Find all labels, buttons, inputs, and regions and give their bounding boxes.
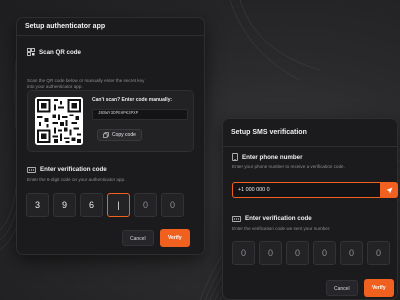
manual-entry-label: Can't scan? Enter code manually: (92, 97, 173, 103)
sms-otp-inputs: 0 0 0 0 0 0 (232, 241, 390, 265)
verify-code-section-header: Enter verification code (27, 166, 107, 173)
sms-otp-digit-5[interactable]: 0 (340, 241, 363, 265)
copy-code-label: Copy code (112, 132, 136, 138)
secret-key-field[interactable]: JBSWY3DPEHPK3PXP (92, 109, 188, 120)
phone-description: Enter your phone number to receive a ver… (232, 164, 345, 169)
sms-verify-button[interactable]: Verify (364, 279, 394, 297)
otp-digit-3[interactable]: 6 (80, 193, 103, 217)
sms-cancel-button[interactable]: Cancel (326, 280, 358, 296)
scan-qr-section-header: Scan QR code (27, 48, 81, 56)
phone-section-header: Enter phone number (232, 153, 303, 161)
scan-qr-title: Scan QR code (39, 48, 81, 56)
phone-input-row: +1 000 000 0 (232, 182, 398, 198)
otp-digit-6[interactable]: 0 (161, 193, 184, 217)
sms-otp-digit-4[interactable]: 0 (313, 241, 336, 265)
dialog-title: Setup authenticator app (17, 18, 204, 36)
otp-digit-4[interactable]: | (107, 193, 130, 217)
sms-otp-digit-1[interactable]: 0 (232, 241, 255, 265)
keypad-icon (232, 215, 241, 222)
sms-setup-dialog: Setup SMS verification Enter phone numbe… (222, 118, 398, 300)
auth-otp-inputs: 3 9 6 | 0 0 (26, 193, 184, 217)
sms-code-title: Enter verification code (245, 215, 312, 222)
sms-code-description: Enter the verification code we sent your… (232, 226, 331, 231)
scan-qr-description: Scan the QR code below or manually enter… (27, 78, 145, 90)
copy-code-button[interactable]: Copy code (97, 129, 142, 141)
otp-digit-2[interactable]: 9 (53, 193, 76, 217)
qr-panel: Can't scan? Enter code manually: JBSWY3D… (27, 90, 194, 152)
verify-code-description: Enter the 6-digit code on your authentic… (27, 177, 126, 182)
phone-title: Enter phone number (242, 153, 303, 161)
qr-code-image (35, 97, 83, 145)
cancel-button[interactable]: Cancel (122, 230, 154, 246)
sms-otp-digit-6[interactable]: 0 (367, 241, 390, 265)
authenticator-setup-dialog: Setup authenticator app Scan QR code Sca… (16, 17, 205, 255)
sms-otp-digit-2[interactable]: 0 (259, 241, 282, 265)
keypad-icon (27, 166, 36, 173)
sms-code-section-header: Enter verification code (232, 215, 312, 222)
sms-otp-digit-3[interactable]: 0 (286, 241, 309, 265)
qr-code-icon (27, 48, 35, 56)
dialog-title: Setup SMS verification (223, 119, 397, 147)
otp-digit-5[interactable]: 0 (134, 193, 157, 217)
phone-number-input[interactable]: +1 000 000 0 (232, 182, 381, 198)
verify-button[interactable]: Verify (160, 229, 190, 247)
send-code-button[interactable] (381, 182, 398, 198)
verify-code-title: Enter verification code (40, 166, 107, 173)
phone-icon (232, 153, 238, 161)
send-icon (386, 187, 393, 193)
otp-digit-1[interactable]: 3 (26, 193, 49, 217)
copy-icon (103, 132, 109, 138)
